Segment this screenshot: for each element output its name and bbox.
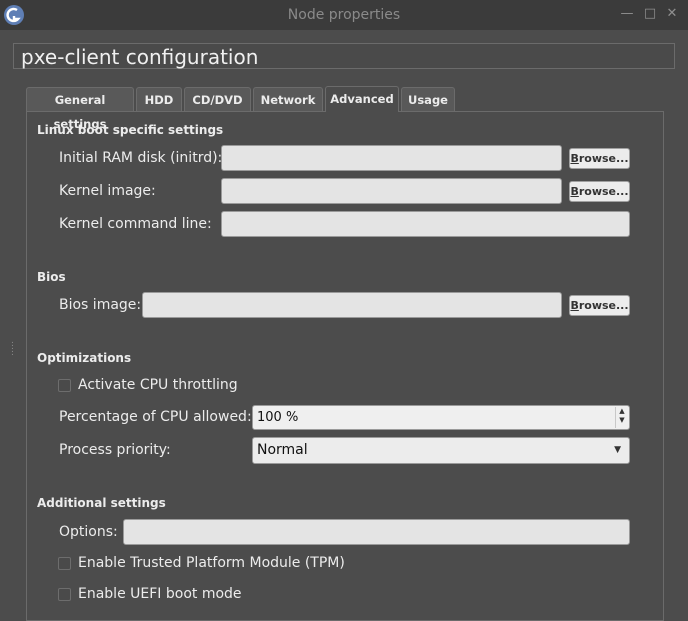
tab-network[interactable]: Network — [253, 87, 323, 111]
maximize-icon[interactable]: □ — [642, 6, 658, 21]
close-icon[interactable]: ✕ — [664, 6, 680, 21]
section-linux-boot: Linux boot specific settings — [37, 123, 224, 137]
window-titlebar: Node properties — □ ✕ — [0, 0, 688, 30]
browse-label: rowse... — [578, 299, 629, 312]
bios-image-label: Bios image: — [59, 297, 142, 313]
initrd-field[interactable] — [221, 145, 562, 171]
options-label: Options: — [59, 524, 118, 540]
initrd-browse-button[interactable]: Browse... — [569, 148, 630, 169]
uefi-label[interactable]: Enable UEFI boot mode — [78, 586, 242, 602]
cpu-throttling-label[interactable]: Activate CPU throttling — [78, 377, 238, 393]
bios-browse-button[interactable]: Browse... — [569, 295, 630, 316]
tpm-checkbox[interactable] — [58, 557, 71, 570]
kernel-image-label: Kernel image: — [59, 183, 156, 199]
chevron-down-icon: ▼ — [614, 445, 621, 455]
resize-grip-icon[interactable]: ..... — [11, 337, 14, 358]
browse-label: rowse... — [578, 185, 629, 198]
cpu-throttling-checkbox[interactable] — [58, 379, 71, 392]
section-additional-settings: Additional settings — [37, 496, 166, 510]
spin-down-icon[interactable]: ▼ — [616, 416, 628, 425]
cpu-percent-label: Percentage of CPU allowed: — [59, 409, 252, 425]
tab-hdd[interactable]: HDD — [136, 87, 182, 111]
section-optimizations: Optimizations — [37, 351, 132, 365]
tab-advanced[interactable]: Advanced — [325, 86, 399, 112]
browse-mnemonic: B — [570, 185, 579, 198]
options-field[interactable] — [123, 519, 630, 545]
browse-label: rowse... — [578, 152, 629, 165]
kernel-image-field[interactable] — [221, 178, 562, 204]
node-title: pxe-client configuration — [13, 43, 675, 69]
browse-mnemonic: B — [570, 152, 579, 165]
spin-arrows[interactable]: ▲ ▼ — [615, 407, 628, 428]
tab-usage[interactable]: Usage — [401, 87, 455, 111]
cpu-percent-value: 100 % — [257, 410, 299, 425]
section-bios: Bios — [37, 270, 66, 284]
tab-cd-dvd[interactable]: CD/DVD — [184, 87, 251, 111]
minimize-icon[interactable]: — — [619, 6, 635, 21]
process-priority-label: Process priority: — [59, 442, 171, 458]
window-title: Node properties — [287, 7, 401, 23]
cpu-percent-spinbox[interactable]: 100 % ▲ ▼ — [252, 405, 630, 430]
tab-general-settings[interactable]: General settings — [26, 87, 134, 131]
process-priority-select[interactable]: Normal ▼ — [252, 437, 630, 464]
kernel-cmdline-label: Kernel command line: — [59, 216, 212, 232]
bios-image-field[interactable] — [142, 292, 562, 318]
tpm-label[interactable]: Enable Trusted Platform Module (TPM) — [78, 555, 345, 571]
initrd-label: Initial RAM disk (initrd): — [59, 150, 223, 166]
process-priority-value: Normal — [257, 442, 308, 458]
spin-up-icon[interactable]: ▲ — [616, 407, 628, 416]
uefi-checkbox[interactable] — [58, 588, 71, 601]
kernel-cmdline-field[interactable] — [221, 211, 630, 237]
browse-mnemonic: B — [570, 299, 579, 312]
kernel-browse-button[interactable]: Browse... — [569, 181, 630, 202]
